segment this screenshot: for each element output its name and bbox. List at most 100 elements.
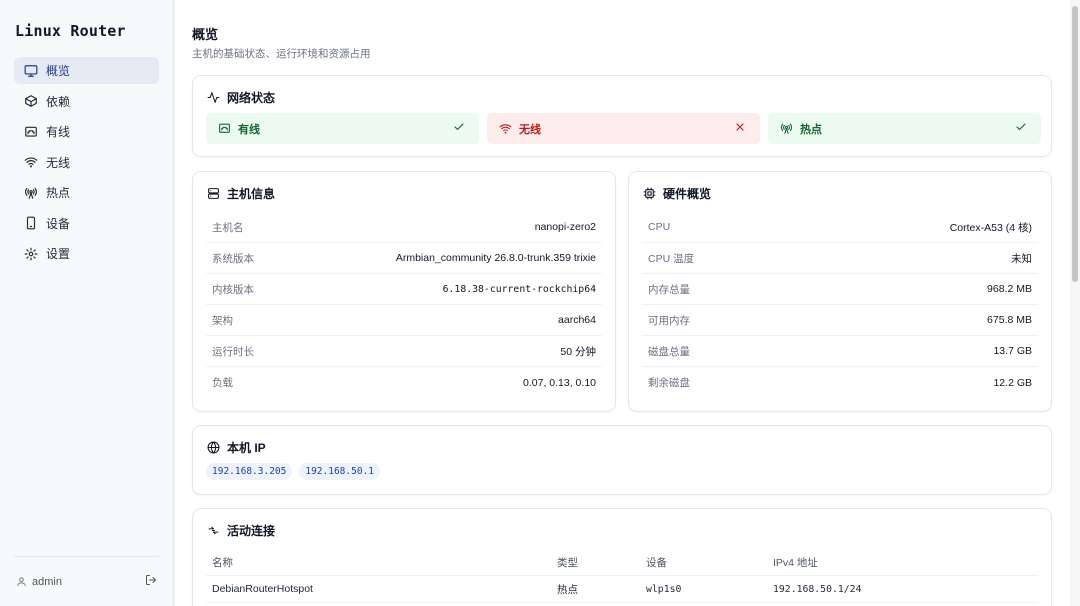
user-info: admin xyxy=(16,576,62,588)
package-icon xyxy=(24,94,38,108)
info-value: 未知 xyxy=(1011,252,1032,265)
ethernet-icon xyxy=(24,125,38,139)
info-row: 内存总量 968.2 MB xyxy=(642,274,1038,305)
column-header: 类型 xyxy=(557,556,578,569)
info-key: 负载 xyxy=(212,377,233,389)
scrollbar-thumb[interactable] xyxy=(1072,6,1078,282)
close-icon xyxy=(734,121,746,136)
logout-icon[interactable] xyxy=(145,573,157,591)
network-status-label: 无线 xyxy=(519,123,541,136)
info-key: 架构 xyxy=(212,314,233,327)
page-title: 概览 xyxy=(192,27,219,42)
card-header: 本机 IP xyxy=(207,439,266,456)
local-ip-card: 本机 IP 192.168.3.205 192.168.50.1 xyxy=(192,425,1052,495)
card-title: 活动连接 xyxy=(227,524,276,538)
sidebar-footer: admin xyxy=(14,556,159,606)
connections-icon xyxy=(208,526,219,535)
sidebar-item-label: 设置 xyxy=(46,247,71,261)
wifi-icon xyxy=(499,124,512,134)
card-title: 本机 IP xyxy=(227,441,266,455)
info-row: 主机名 nanopi-zero2 xyxy=(206,212,602,243)
ip-list: 192.168.3.205 192.168.50.1 xyxy=(206,463,380,480)
info-key: 运行时长 xyxy=(212,345,254,358)
sidebar-item-overview[interactable]: 概览 xyxy=(14,57,159,84)
sidebar-item-wireless[interactable]: 无线 xyxy=(14,149,159,176)
info-key: 系统版本 xyxy=(212,252,254,265)
sidebar-item-label: 有线 xyxy=(46,125,71,139)
info-key: 主机名 xyxy=(212,221,244,234)
connections-table: 名称 类型 设备 IPv4 地址 DebianRouterHotspot 热点 … xyxy=(206,549,1038,603)
brand-title: Linux Router xyxy=(15,22,126,40)
info-value: aarch64 xyxy=(558,314,596,326)
info-value: nanopi-zero2 xyxy=(534,221,596,233)
info-value: 968.2 MB xyxy=(987,283,1032,295)
server-icon xyxy=(208,188,219,199)
app-window: Linux Router 概览 依赖 有线 无线 热点 设备 设置 admin … xyxy=(0,0,1080,606)
card-header: 网络状态 xyxy=(207,89,275,106)
info-key: CPU xyxy=(648,221,671,233)
info-value: Cortex-A53 (4 核) xyxy=(949,221,1032,234)
info-row: 架构 aarch64 xyxy=(206,305,602,336)
table-cell: 热点 xyxy=(557,583,578,596)
sidebar-item-label: 概览 xyxy=(46,64,71,78)
column-header: 名称 xyxy=(212,556,233,569)
gear-icon xyxy=(24,247,38,261)
card-title: 网络状态 xyxy=(227,91,276,105)
table-cell: wlp1s0 xyxy=(646,583,682,595)
info-row: 负载 0.07, 0.13, 0.10 xyxy=(206,367,602,398)
info-value: 50 分钟 xyxy=(560,345,596,358)
check-icon xyxy=(453,121,465,136)
table-header: 名称 类型 设备 IPv4 地址 xyxy=(206,549,1038,576)
network-status-card: 网络状态 有线 无线 热点 xyxy=(192,75,1052,157)
info-value: Armbian_community 26.8.0-trunk.359 trixi… xyxy=(395,252,596,264)
scrollbar[interactable] xyxy=(1070,0,1080,606)
hotspot-icon xyxy=(24,186,38,200)
info-row: 运行时长 50 分钟 xyxy=(206,336,602,367)
check-icon xyxy=(1015,121,1027,136)
network-status-list: 有线 无线 热点 xyxy=(206,113,1041,144)
sidebar-item-settings[interactable]: 设置 xyxy=(14,240,159,267)
info-row: 系统版本 Armbian_community 26.8.0-trunk.359 t… xyxy=(206,243,602,274)
info-row: 内核版本 6.18.38-current-rockchip64 xyxy=(206,274,602,305)
info-value: 675.8 MB xyxy=(987,314,1032,326)
network-status-hotspot: 热点 xyxy=(768,113,1041,144)
device-icon xyxy=(24,216,38,230)
sidebar-item-label: 无线 xyxy=(46,155,71,170)
info-key: 可用内存 xyxy=(648,314,690,327)
host-info-card: 主机信息 主机名 nanopi-zero2 系统版本 Armbian_communi… xyxy=(192,171,616,412)
info-value: 12.2 GB xyxy=(993,376,1032,389)
card-header: 主机信息 xyxy=(207,185,275,202)
table-cell: 192.168.50.1/24 xyxy=(773,583,862,595)
card-title: 主机信息 xyxy=(227,187,276,201)
info-row: CPU 温度 未知 xyxy=(642,243,1038,274)
card-title: 硬件概览 xyxy=(663,187,712,201)
monitor-icon xyxy=(24,64,38,78)
sidebar-item-wired[interactable]: 有线 xyxy=(14,118,159,145)
activity-icon xyxy=(207,92,220,103)
network-status-label: 热点 xyxy=(800,123,822,136)
globe-icon xyxy=(207,441,220,454)
sidebar-nav: 概览 依赖 有线 无线 热点 设备 设置 xyxy=(14,57,159,271)
network-status-label: 有线 xyxy=(238,123,260,136)
info-key: CPU 温度 xyxy=(648,252,695,265)
wifi-icon xyxy=(24,155,38,169)
column-header: IPv4 地址 xyxy=(773,556,818,569)
main-content: 概览 主机的基础状态、运行环境和资源占用 网络状态 有线 无线 热点 主机信息 … xyxy=(175,0,1070,606)
info-key: 内核版本 xyxy=(212,283,254,296)
info-row: 磁盘总量 13.7 GB xyxy=(642,336,1038,367)
sidebar-item-label: 依赖 xyxy=(46,94,71,109)
info-row: 剩余磁盘 12.2 GB xyxy=(642,367,1038,398)
info-key: 剩余磁盘 xyxy=(648,377,690,389)
info-value: 13.7 GB xyxy=(993,345,1032,357)
sidebar-item-hotspot[interactable]: 热点 xyxy=(14,179,159,206)
info-row: CPU Cortex-A53 (4 核) xyxy=(642,212,1038,243)
card-header: 活动连接 xyxy=(207,522,275,539)
network-status-wired: 有线 xyxy=(206,113,479,144)
info-value: 0.07, 0.13, 0.10 xyxy=(523,376,596,389)
table-row: DebianRouterHotspot 热点 wlp1s0 192.168.50… xyxy=(206,576,1038,603)
sidebar-item-dependencies[interactable]: 依赖 xyxy=(14,88,159,115)
ethernet-icon xyxy=(219,123,230,133)
sidebar-item-devices[interactable]: 设备 xyxy=(14,210,159,237)
info-value: 6.18.38-current-rockchip64 xyxy=(442,283,596,295)
hardware-info-list: CPU Cortex-A53 (4 核) CPU 温度 未知 内存总量 968.2 M… xyxy=(642,212,1038,398)
